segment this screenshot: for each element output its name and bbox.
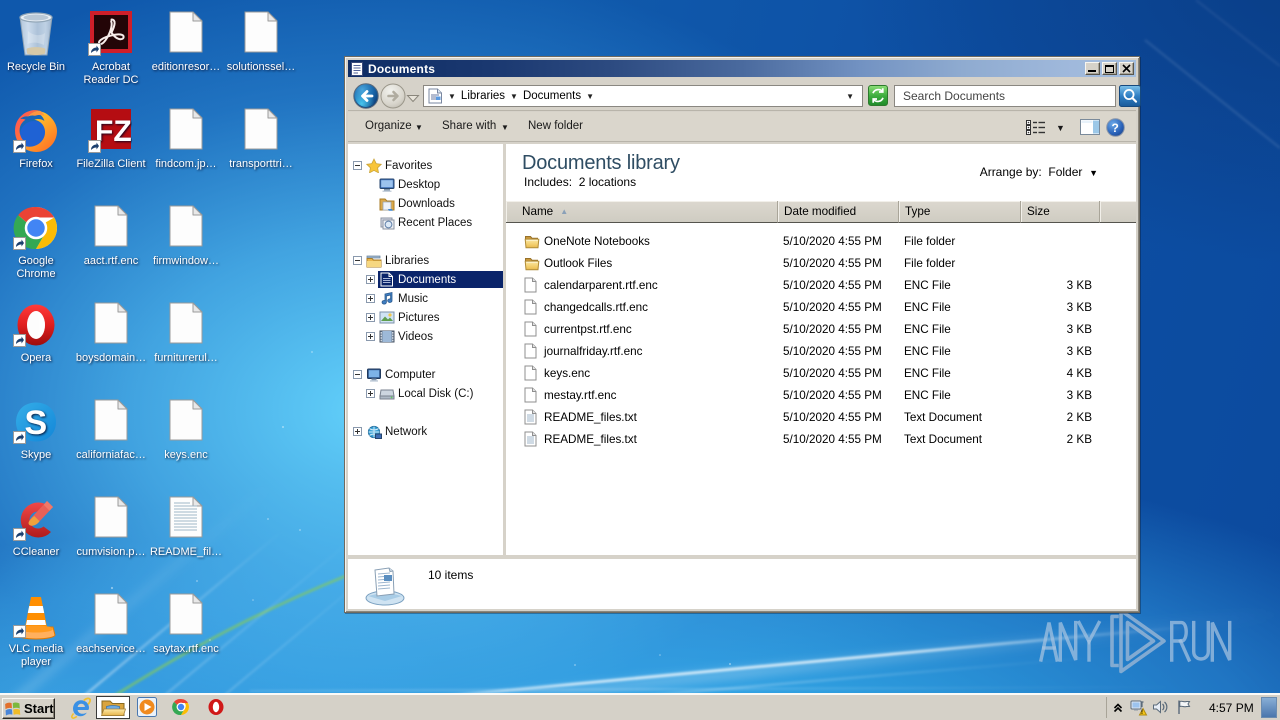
svg-text:S: S — [25, 404, 48, 442]
svg-text:?: ? — [1112, 121, 1119, 135]
svg-text:!: ! — [1141, 710, 1143, 716]
